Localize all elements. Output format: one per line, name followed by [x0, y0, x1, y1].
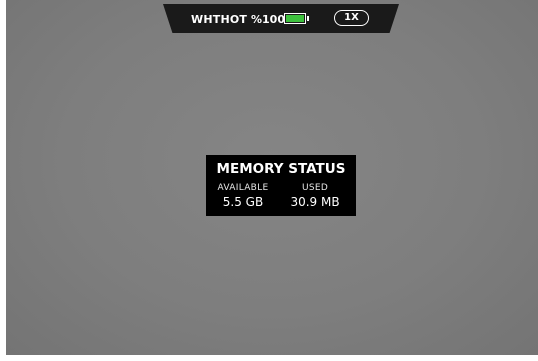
- status-bar: WHTHOT %100 1X: [163, 4, 399, 33]
- memory-status-title: MEMORY STATUS: [216, 161, 346, 177]
- palette-mode-label: WHTHOT: [191, 13, 248, 26]
- battery-icon: [284, 13, 309, 24]
- available-value: 5.5 GB: [222, 195, 264, 209]
- battery-level-fill: [286, 15, 304, 22]
- used-value: 30.9 MB: [290, 195, 340, 209]
- available-label: AVAILABLE: [217, 183, 269, 193]
- used-label: USED: [301, 183, 329, 193]
- available-column: AVAILABLE 5.5 GB: [212, 183, 274, 209]
- memory-status-panel: MEMORY STATUS AVAILABLE 5.5 GB USED 30.9…: [206, 155, 356, 216]
- battery-percentage: %100: [251, 13, 285, 26]
- thermal-viewport: WHTHOT %100 1X MEMORY STATUS AVAILABLE 5…: [6, 0, 538, 355]
- zoom-button[interactable]: 1X: [334, 10, 369, 26]
- used-column: USED 30.9 MB: [282, 183, 348, 209]
